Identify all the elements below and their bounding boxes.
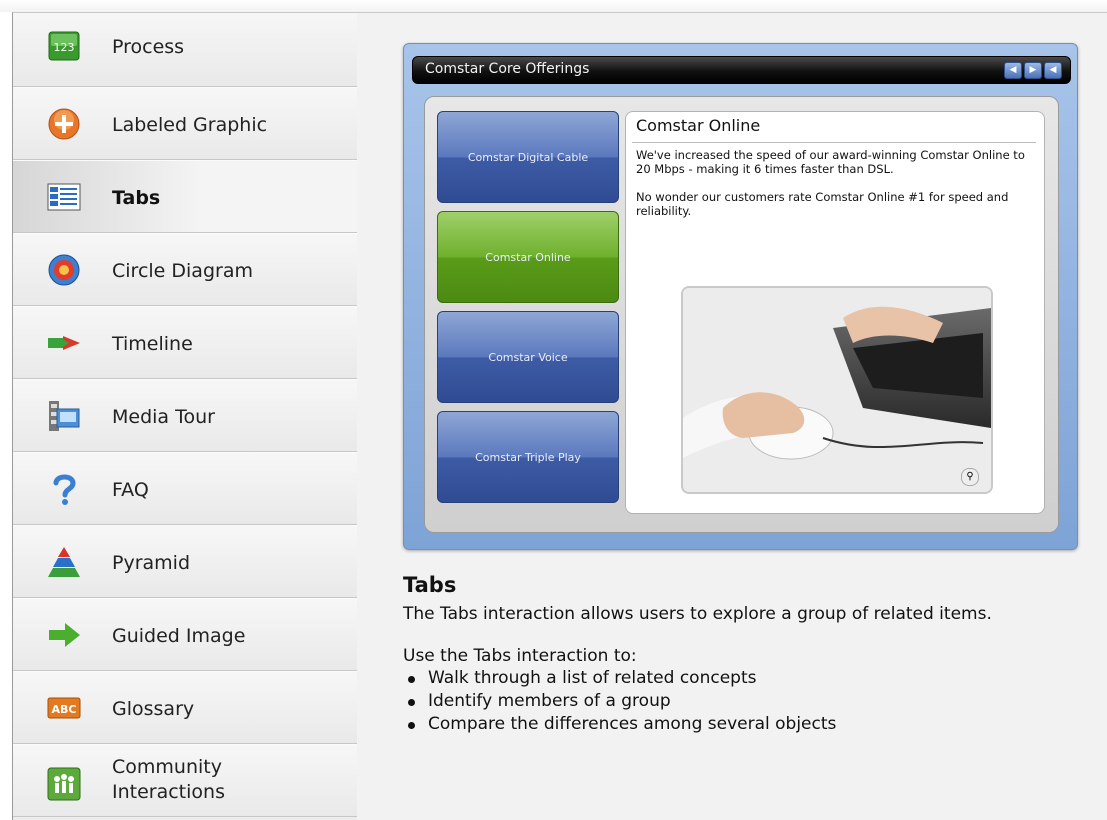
- circle-target-icon: [47, 253, 81, 287]
- glossary-icon-text: ABC: [52, 703, 77, 716]
- preview-inner: Comstar Digital Cable Comstar Online Com…: [424, 96, 1059, 533]
- description-heading: Tabs: [403, 573, 457, 597]
- tab-comstar-digital-cable[interactable]: Comstar Digital Cable: [437, 111, 619, 203]
- list-item: Identify members of a group: [403, 690, 1083, 713]
- description: Tabs The Tabs interaction allows users t…: [403, 573, 1083, 736]
- people-icon: [47, 767, 81, 801]
- tab-list: Comstar Digital Cable Comstar Online Com…: [437, 111, 621, 511]
- tab-comstar-triple-play[interactable]: Comstar Triple Play: [437, 411, 619, 503]
- sidebar-item-label: Guided Image: [112, 625, 246, 647]
- sidebar-item-label: FAQ: [112, 479, 149, 501]
- main-content: Comstar Core Offerings ◀ ▶ ◀ Comstar Dig…: [357, 13, 1107, 820]
- sidebar-item-timeline[interactable]: Timeline: [13, 306, 357, 379]
- plus-circle-icon: [47, 107, 81, 141]
- bullet-list: Walk through a list of related concepts …: [403, 667, 1083, 736]
- panel-paragraph: We've increased the speed of our award-w…: [636, 148, 1025, 176]
- pyramid-icon: [47, 545, 81, 579]
- sidebar-item-community-interactions[interactable]: Community Interactions: [13, 744, 357, 817]
- sidebar-item-glossary[interactable]: ABC Glossary: [13, 671, 357, 744]
- hand-on-mouse-photo[interactable]: ⚲: [681, 286, 993, 494]
- sidebar-item-label: Labeled Graphic: [112, 114, 268, 136]
- tab-comstar-voice[interactable]: Comstar Voice: [437, 311, 619, 403]
- sidebar-item-label: Media Tour: [112, 406, 215, 428]
- sidebar-item-guided-image[interactable]: Guided Image: [13, 598, 357, 671]
- panel-body: We've increased the speed of our award-w…: [636, 148, 1040, 232]
- top-shadow: [0, 0, 1107, 12]
- sidebar-item-process[interactable]: 123 Process: [13, 13, 357, 87]
- sidebar-item-label: Circle Diagram: [112, 260, 253, 282]
- panel-paragraph: No wonder our customers rate Comstar Onl…: [636, 190, 1009, 218]
- back-arrow-icon[interactable]: ◀: [1044, 62, 1062, 79]
- abc-icon: ABC: [47, 691, 81, 725]
- green-arrow-icon: [47, 618, 81, 652]
- sidebar-item-labeled-graphic[interactable]: Labeled Graphic: [13, 87, 357, 160]
- sidebar-item-circle-diagram[interactable]: Circle Diagram: [13, 233, 357, 306]
- next-arrow-icon[interactable]: ▶: [1024, 62, 1042, 79]
- description-paragraph: Use the Tabs interaction to:: [403, 646, 637, 666]
- sidebar-item-label: Timeline: [112, 333, 193, 355]
- sidebar-item-label: Process: [112, 36, 185, 58]
- sidebar-item-faq[interactable]: FAQ: [13, 452, 357, 525]
- question-mark-icon: [47, 472, 81, 506]
- sidebar-item-pyramid[interactable]: Pyramid: [13, 525, 357, 598]
- tabs-icon: [47, 180, 81, 214]
- number-steps-icon: 123: [47, 29, 81, 63]
- tab-comstar-online[interactable]: Comstar Online: [437, 211, 619, 303]
- process-icon-text: 123: [54, 41, 75, 54]
- tabs-preview: Comstar Core Offerings ◀ ▶ ◀ Comstar Dig…: [403, 43, 1078, 550]
- film-strip-icon: [47, 399, 81, 433]
- divider: [632, 142, 1036, 143]
- tab-content-panel: Comstar Online We've increased the speed…: [625, 111, 1045, 514]
- sidebar-item-tabs[interactable]: Tabs: [13, 160, 357, 233]
- sidebar: 123 Process Labeled Graphic Tabs Circle …: [13, 13, 358, 820]
- panel-title: Comstar Online: [636, 116, 761, 135]
- description-paragraph: The Tabs interaction allows users to exp…: [403, 604, 992, 624]
- preview-titlebar: Comstar Core Offerings ◀ ▶ ◀: [412, 56, 1071, 84]
- sidebar-item-label: Community Interactions: [112, 756, 225, 803]
- sidebar-item-label: Glossary: [112, 698, 195, 720]
- sidebar-item-media-tour[interactable]: Media Tour: [13, 379, 357, 452]
- list-item: Compare the differences among several ob…: [403, 713, 1083, 736]
- preview-title: Comstar Core Offerings: [425, 61, 590, 77]
- list-item: Walk through a list of related concepts: [403, 667, 1083, 690]
- magnifier-icon[interactable]: ⚲: [961, 468, 979, 486]
- sidebar-item-label: Tabs: [112, 187, 161, 209]
- timeline-arrow-icon: [47, 326, 81, 360]
- prev-arrow-icon[interactable]: ◀: [1004, 62, 1022, 79]
- app-frame: 123 Process Labeled Graphic Tabs Circle …: [12, 12, 1107, 820]
- sidebar-item-label: Pyramid: [112, 552, 191, 574]
